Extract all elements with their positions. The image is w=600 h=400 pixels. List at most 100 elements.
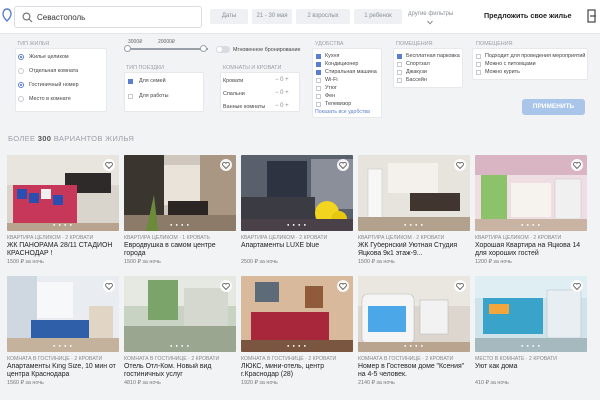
listing-title[interactable]: ЛЮКС, мини-отель, центр г.Краснодар (28)	[241, 363, 353, 379]
rule-label[interactable]: Подходит для проведения мероприятий	[485, 53, 585, 59]
trip-type-work-checkbox[interactable]	[128, 94, 133, 99]
instant-booking-toggle[interactable]	[216, 46, 230, 53]
listing-title[interactable]: Апартаменты LUXE blue	[241, 242, 353, 258]
amenity-checkbox[interactable]	[316, 78, 321, 83]
listing-photo[interactable]: ● ● ● ●	[241, 276, 353, 352]
listing-photo[interactable]: ● ● ● ●	[475, 155, 587, 231]
chevron-down-icon[interactable]	[427, 20, 433, 25]
favorite-button[interactable]	[103, 280, 115, 292]
listing-title[interactable]: Хорошая Квартира на Яцкова 14 для хороши…	[475, 242, 587, 258]
favorite-button[interactable]	[571, 159, 583, 171]
photo-pagination[interactable]: ● ● ● ●	[124, 343, 236, 348]
rule-checkbox[interactable]	[476, 62, 481, 67]
housing-type-radio-shared[interactable]	[18, 96, 24, 102]
listing-title[interactable]: ЖК Губернский Уютная Студия Яцкова 9к1 э…	[358, 242, 470, 258]
dates-button[interactable]: Даты	[210, 9, 248, 24]
listing-photo[interactable]: ● ● ● ●	[7, 155, 119, 231]
housing-type-option[interactable]: Гостиничный номер	[29, 82, 79, 88]
listing-photo[interactable]: ● ● ● ●	[241, 155, 353, 231]
favorite-button[interactable]	[454, 159, 466, 171]
children-button[interactable]: 1 ребенок	[354, 9, 402, 24]
favorite-button[interactable]	[220, 280, 232, 292]
photo-pagination[interactable]: ● ● ● ●	[475, 343, 587, 348]
rule-label[interactable]: Можно с питомцами	[485, 61, 536, 67]
listing-title[interactable]: ЖК ПАНОРАМА 28/11 СТАДИОН КРАСНОДАР !	[7, 242, 119, 258]
amenity-label[interactable]: Кухня	[325, 53, 339, 59]
housing-type-option[interactable]: Жилье целиком	[29, 54, 69, 60]
search-box[interactable]	[14, 6, 202, 28]
amenity-checkbox[interactable]	[316, 54, 321, 59]
photo-pagination[interactable]: ● ● ● ●	[241, 222, 353, 227]
other-filters-link[interactable]: другие фильтры	[408, 11, 453, 17]
facility-checkbox[interactable]	[397, 78, 402, 83]
bathrooms-stepper[interactable]: − 0 +	[275, 103, 289, 109]
amenity-label[interactable]: Фен	[325, 93, 335, 99]
trip-type-option[interactable]: Для работы	[139, 93, 169, 99]
facility-label[interactable]: Бесплатная парковка	[406, 53, 460, 59]
listing-card[interactable]: ● ● ● ● Квартира целиком · 2 кровати Апа…	[241, 155, 353, 265]
housing-type-radio-hotel[interactable]	[18, 82, 24, 88]
rule-checkbox[interactable]	[476, 70, 481, 75]
photo-pagination[interactable]: ● ● ● ●	[475, 222, 587, 227]
listing-card[interactable]: ● ● ● ● Квартира целиком · 1 кровать Евр…	[124, 155, 236, 265]
search-input[interactable]	[37, 10, 197, 25]
listing-card[interactable]: ● ● ● ● Квартира целиком · 2 кровати ЖК …	[358, 155, 470, 265]
listing-photo[interactable]: ● ● ● ●	[358, 276, 470, 352]
listing-card[interactable]: ● ● ● ● Комната в гостинице · 2 кровати …	[124, 276, 236, 386]
listing-photo[interactable]: ● ● ● ●	[7, 276, 119, 352]
favorite-button[interactable]	[220, 159, 232, 171]
favorite-button[interactable]	[454, 280, 466, 292]
login-icon[interactable]	[587, 9, 597, 23]
offer-housing-link[interactable]: Предложить свое жилье	[484, 11, 572, 20]
rule-checkbox[interactable]	[476, 54, 481, 59]
amenity-label[interactable]: Стиральная машина	[325, 69, 377, 75]
photo-pagination[interactable]: ● ● ● ●	[358, 343, 470, 348]
amenity-label[interactable]: Утюг	[325, 85, 337, 91]
rule-label[interactable]: Можно курить	[485, 69, 520, 75]
amenity-label[interactable]: Wi-Fi	[325, 77, 338, 83]
trip-type-option[interactable]: Для семей	[139, 78, 166, 84]
amenity-label[interactable]: Кондиционер	[325, 61, 358, 67]
listing-title[interactable]: Уют как дома	[475, 363, 587, 379]
listing-card[interactable]: ● ● ● ● Квартира целиком · 2 кровати Хор…	[475, 155, 587, 265]
bedrooms-stepper[interactable]: − 0 +	[275, 90, 289, 96]
listing-title[interactable]: Номер в Гостевом доме "Ксения" на 4-5 че…	[358, 363, 470, 379]
adults-button[interactable]: 2 взрослых	[296, 9, 350, 24]
price-slider-min-handle[interactable]	[124, 45, 131, 52]
logo-icon[interactable]	[2, 8, 12, 22]
favorite-button[interactable]	[337, 159, 349, 171]
housing-type-option[interactable]: Место в комнате	[29, 96, 71, 102]
photo-pagination[interactable]: ● ● ● ●	[241, 343, 353, 348]
favorite-button[interactable]	[571, 280, 583, 292]
listing-card[interactable]: ● ● ● ● Место в комнате · 2 кровати Уют …	[475, 276, 587, 386]
facility-label[interactable]: Бассейн	[406, 77, 427, 83]
listing-title[interactable]: Евродвушка в самом центре города	[124, 242, 236, 258]
housing-type-radio-entire[interactable]	[18, 54, 24, 60]
amenity-checkbox[interactable]	[316, 70, 321, 75]
amenity-checkbox[interactable]	[316, 94, 321, 99]
photo-pagination[interactable]: ● ● ● ●	[358, 222, 470, 227]
facility-label[interactable]: Джакузи	[406, 69, 427, 75]
facility-checkbox[interactable]	[397, 62, 402, 67]
beds-stepper[interactable]: − 0 +	[275, 77, 289, 83]
amenity-checkbox[interactable]	[316, 86, 321, 91]
listing-card[interactable]: ● ● ● ● Комната в гостинице · 2 кровати …	[241, 276, 353, 386]
apply-filters-button[interactable]: Применить	[522, 99, 585, 115]
photo-pagination[interactable]: ● ● ● ●	[124, 222, 236, 227]
listing-card[interactable]: ● ● ● ● Комната в гостинице · 2 кровати …	[7, 276, 119, 386]
listing-title[interactable]: Отель Отл-Ком. Новый вид гостиничных усл…	[124, 363, 236, 379]
facility-label[interactable]: Спортзал	[406, 61, 430, 67]
date-range-button[interactable]: 21 - 30 мая	[252, 9, 292, 24]
listing-card[interactable]: ● ● ● ● Комната в гостинице · 2 кровати …	[358, 276, 470, 386]
facility-checkbox[interactable]	[397, 54, 402, 59]
show-all-amenities-link[interactable]: Показать все удобства	[315, 109, 370, 115]
housing-type-radio-room[interactable]	[18, 68, 24, 74]
price-slider-max-handle[interactable]	[200, 45, 207, 52]
favorite-button[interactable]	[337, 280, 349, 292]
amenity-checkbox[interactable]	[316, 102, 321, 107]
listing-photo[interactable]: ● ● ● ●	[124, 276, 236, 352]
amenity-checkbox[interactable]	[316, 62, 321, 67]
listing-photo[interactable]: ● ● ● ●	[475, 276, 587, 352]
photo-pagination[interactable]: ● ● ● ●	[7, 222, 119, 227]
listing-card[interactable]: ● ● ● ● Квартира целиком · 2 кровати ЖК …	[7, 155, 119, 265]
